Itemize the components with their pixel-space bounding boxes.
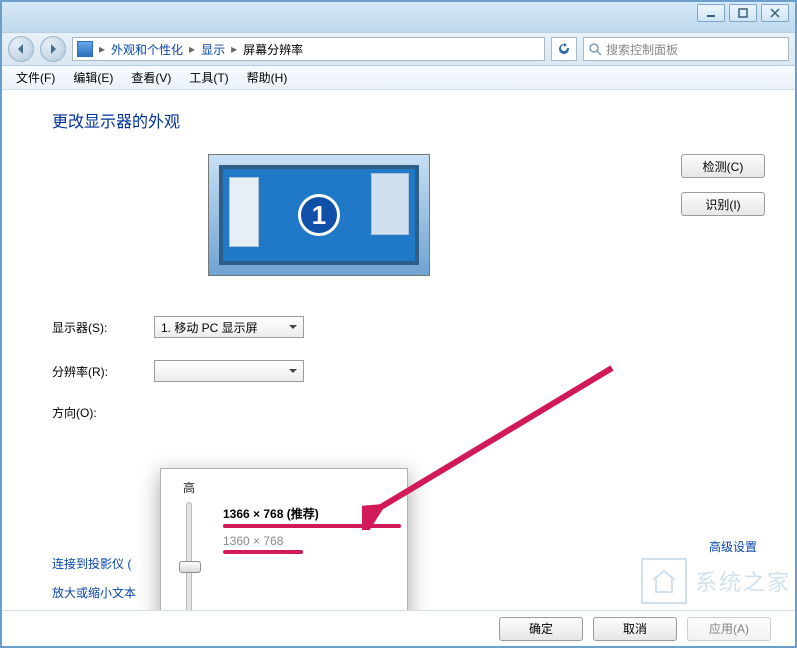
display-row: 显示器(S): 1. 移动 PC 显示屏 xyxy=(52,316,765,338)
window: ▸ 外观和个性化 ▸ 显示 ▸ 屏幕分辨率 搜索控制面板 文件(F) 编辑(E)… xyxy=(0,0,797,648)
identify-button[interactable]: 识别(I) xyxy=(681,192,765,216)
close-button[interactable] xyxy=(761,4,789,22)
menu-file[interactable]: 文件(F) xyxy=(8,67,63,88)
control-panel-icon xyxy=(77,41,93,57)
chevron-down-icon xyxy=(289,367,297,375)
resolution-option-label: 1360 × 768 xyxy=(223,534,283,548)
advanced-settings-link[interactable]: 高级设置 xyxy=(709,538,757,555)
menu-view[interactable]: 查看(V) xyxy=(123,67,179,88)
breadcrumb-sep: ▸ xyxy=(99,42,105,56)
refresh-button[interactable] xyxy=(551,37,577,61)
breadcrumb-appearance[interactable]: 外观和个性化 xyxy=(111,41,183,58)
breadcrumb-sep: ▸ xyxy=(189,42,195,56)
watermark-logo xyxy=(641,558,687,604)
maximize-button[interactable] xyxy=(729,4,757,22)
resolution-slider-thumb[interactable] xyxy=(179,561,201,573)
breadcrumb-sep: ▸ xyxy=(231,42,237,56)
titlebar xyxy=(2,2,795,32)
annotation-underline xyxy=(223,524,401,528)
resolution-option-recommended[interactable]: 1366 × 768 (推荐) xyxy=(223,505,401,528)
search-icon xyxy=(588,42,602,56)
monitor-window-left xyxy=(229,177,259,247)
resolution-dropdown[interactable] xyxy=(154,360,304,382)
menu-tools[interactable]: 工具(T) xyxy=(181,67,236,88)
search-input[interactable]: 搜索控制面板 xyxy=(583,37,789,61)
cancel-button[interactable]: 取消 xyxy=(593,617,677,641)
watermark: 系统之家 xyxy=(641,558,791,604)
breadcrumb-resolution: 屏幕分辨率 xyxy=(243,41,303,58)
content-area: 更改显示器的外观 1 检测(C) 识别(I) 显示器(S): 1. 移动 PC … xyxy=(2,90,795,610)
ok-button[interactable]: 确定 xyxy=(499,617,583,641)
monitor-number-badge: 1 xyxy=(298,194,340,236)
page-title: 更改显示器的外观 xyxy=(52,108,765,132)
display-dropdown[interactable]: 1. 移动 PC 显示屏 xyxy=(154,316,304,338)
orientation-row: 方向(O): xyxy=(52,404,765,421)
resolution-option[interactable]: 1360 × 768 xyxy=(223,534,401,554)
slider-high-label: 高 xyxy=(183,479,195,496)
monitor-inner: 1 xyxy=(219,165,419,265)
minimize-button[interactable] xyxy=(697,4,725,22)
monitor-window-right xyxy=(371,173,409,235)
resolution-list: 1366 × 768 (推荐) 1360 × 768 800 × 600 xyxy=(217,469,407,610)
back-button[interactable] xyxy=(8,36,34,62)
detect-button[interactable]: 检测(C) xyxy=(681,154,765,178)
resolution-slider-col: 高 xyxy=(161,469,217,610)
orientation-label: 方向(O): xyxy=(52,404,154,421)
apply-button[interactable]: 应用(A) xyxy=(687,617,771,641)
address-bar: ▸ 外观和个性化 ▸ 显示 ▸ 屏幕分辨率 搜索控制面板 xyxy=(2,32,795,66)
menu-help[interactable]: 帮助(H) xyxy=(239,67,296,88)
resolution-popup: 高 1366 × 768 (推荐) 1360 × 768 800 × 600 xyxy=(160,468,408,610)
breadcrumb-display[interactable]: 显示 xyxy=(201,41,225,58)
menu-edit[interactable]: 编辑(E) xyxy=(65,67,121,88)
forward-button[interactable] xyxy=(40,36,66,62)
monitor-preview-row: 1 检测(C) 识别(I) xyxy=(52,154,765,276)
search-placeholder: 搜索控制面板 xyxy=(606,41,678,58)
chevron-down-icon xyxy=(289,323,297,331)
watermark-text: 系统之家 xyxy=(695,565,791,597)
resolution-label: 分辨率(R): xyxy=(52,363,154,380)
display-label: 显示器(S): xyxy=(52,319,154,336)
resolution-row: 分辨率(R): xyxy=(52,360,765,382)
breadcrumb[interactable]: ▸ 外观和个性化 ▸ 显示 ▸ 屏幕分辨率 xyxy=(72,37,545,61)
footer: 确定 取消 应用(A) xyxy=(2,610,795,646)
display-value: 1. 移动 PC 显示屏 xyxy=(161,319,258,336)
resolution-slider-track[interactable] xyxy=(186,502,192,610)
monitor-preview[interactable]: 1 xyxy=(208,154,430,276)
menu-bar: 文件(F) 编辑(E) 查看(V) 工具(T) 帮助(H) xyxy=(2,66,795,90)
annotation-underline xyxy=(223,550,303,554)
resolution-option-label: 1366 × 768 (推荐) xyxy=(223,507,319,521)
